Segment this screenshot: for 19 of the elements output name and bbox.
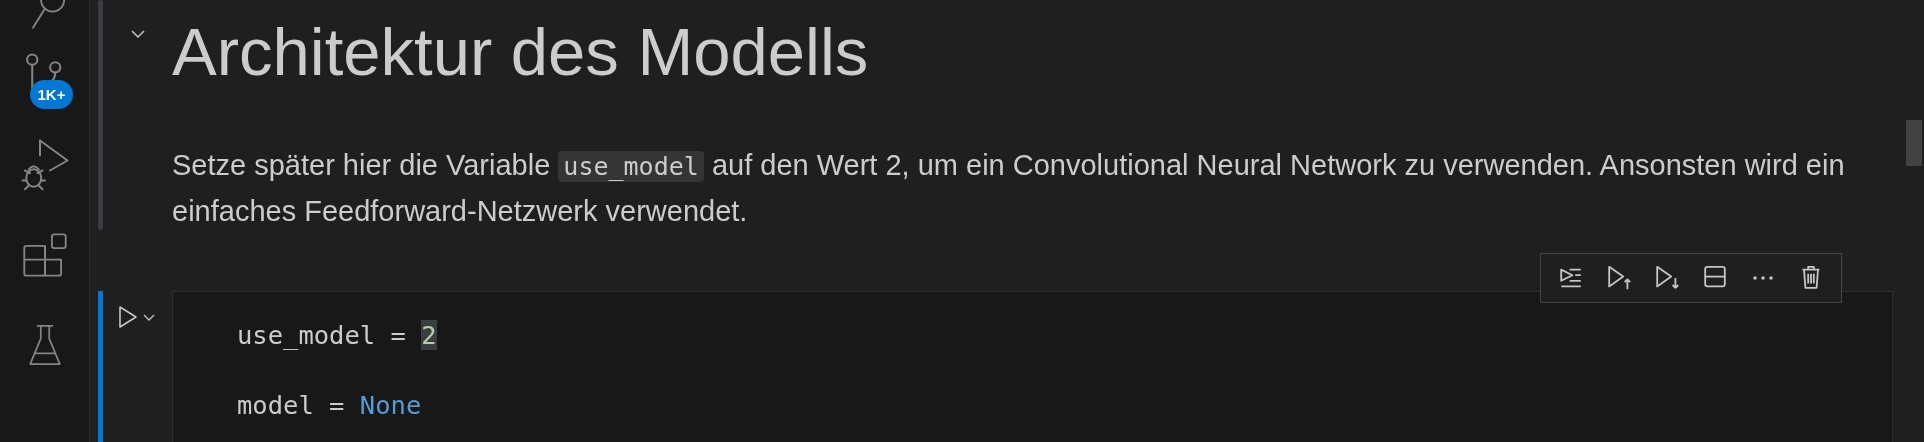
scrollbar-thumb[interactable]	[1906, 120, 1922, 166]
chevron-icon[interactable]	[130, 28, 146, 40]
extensions-icon	[21, 232, 68, 278]
activity-item[interactable]: 1K+	[0, 30, 90, 120]
code-token: use_model =	[237, 320, 407, 350]
run-icon[interactable]	[118, 305, 138, 329]
code-token: None	[359, 390, 422, 420]
run-up-icon	[1606, 264, 1632, 292]
count-badge: 1K+	[29, 80, 74, 109]
more-icon	[1751, 275, 1775, 281]
flask-icon	[26, 323, 63, 367]
code-token: 2	[421, 320, 437, 350]
code-editor[interactable]: use_model = 2 model = None	[172, 291, 1893, 442]
paragraph: Setze später hier die Variable use_model auf den Wert 2, um ein Convolutional Neural Network zu verwenden. Ansonsten wird ein einfaches Feedforward-Netzwerk verwendet.	[172, 148, 1846, 229]
run-down-icon	[1654, 264, 1680, 292]
bug-play-icon	[19, 137, 70, 193]
chevron-icon[interactable]	[142, 313, 156, 323]
code-token: model =	[237, 390, 346, 420]
heading: Architektur des Modells	[172, 13, 870, 91]
